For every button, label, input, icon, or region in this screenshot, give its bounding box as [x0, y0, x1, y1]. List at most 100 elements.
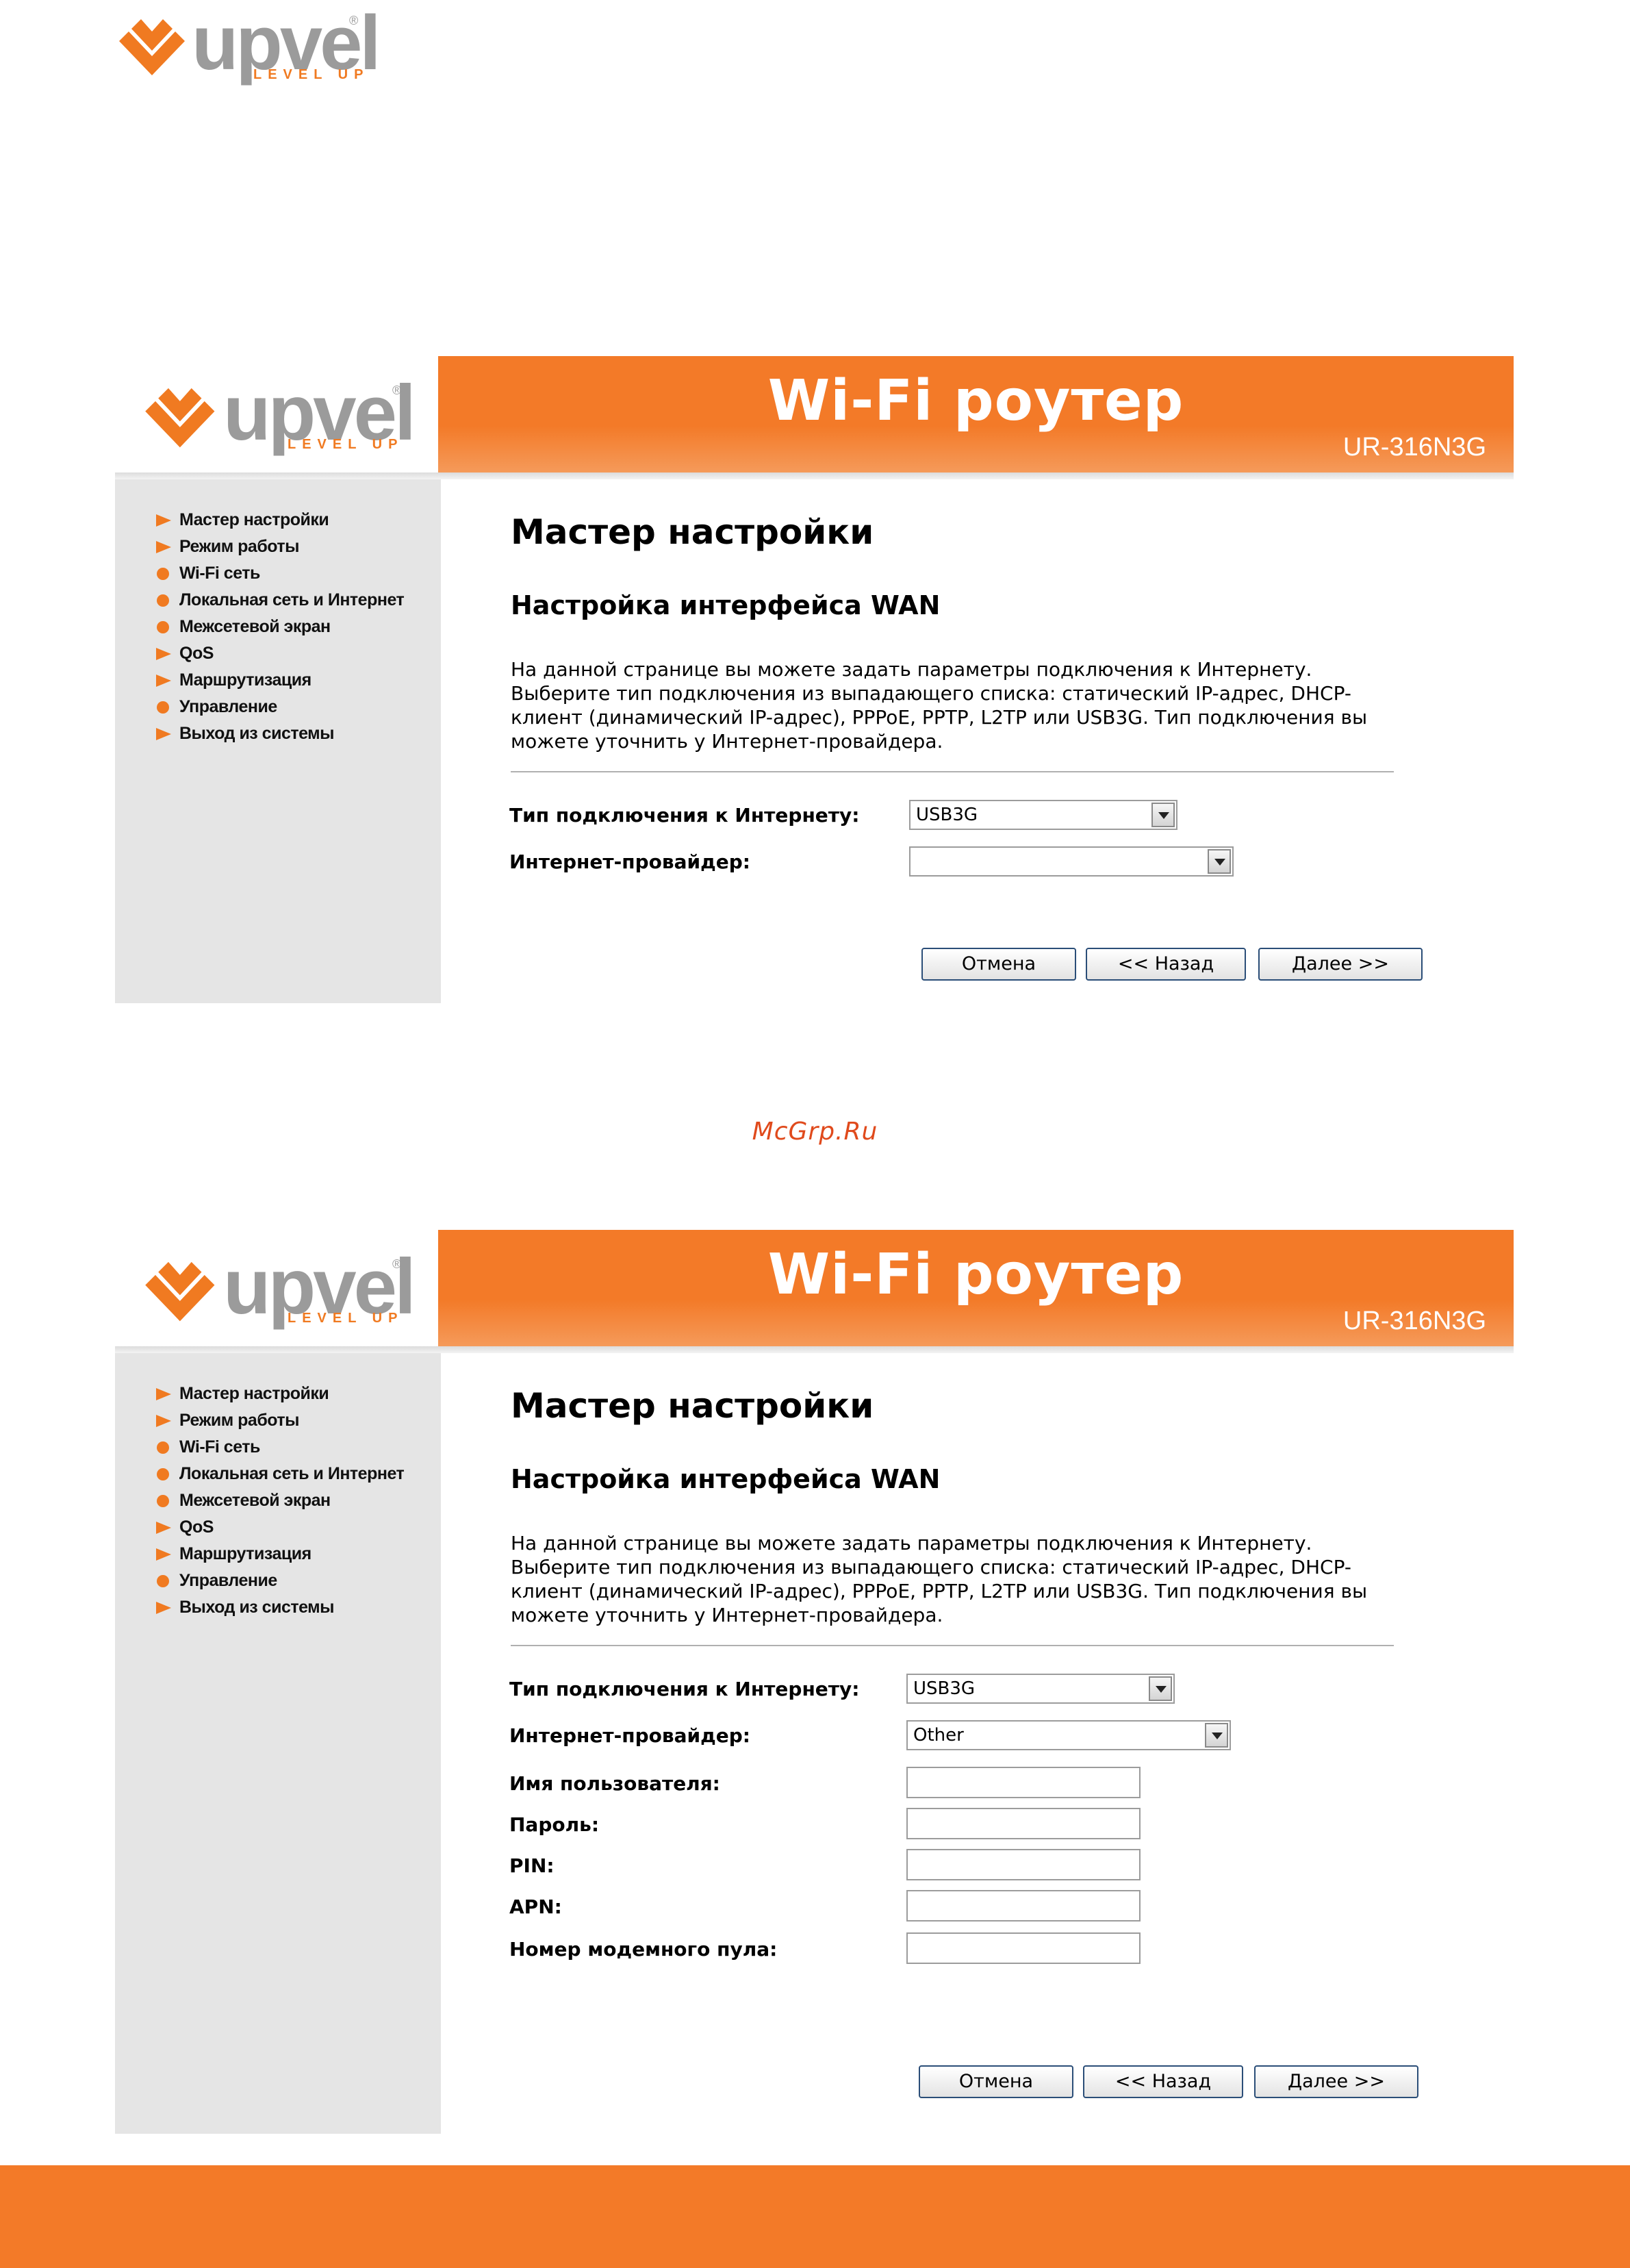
dropdown-arrow-icon[interactable]	[1151, 803, 1175, 827]
sidebar-menu: Мастер настройки Режим работы Wi-Fi сеть…	[155, 507, 405, 747]
router-screen-2: upvel ® LEVEL UP Wi-Fi роутер UR-316N3G …	[115, 1230, 1514, 2134]
upvel-chevron-logo-icon	[145, 388, 215, 448]
header-logo-area: upvel ® LEVEL UP	[115, 1230, 438, 1346]
brand-tagline: LEVEL UP	[288, 437, 404, 452]
sidebar: Мастер настройки Режим работы Wi-Fi сеть…	[115, 1353, 441, 2134]
header-logo[interactable]: upvel ® LEVEL UP	[142, 1244, 430, 1333]
dropdown-arrow-icon[interactable]	[1205, 1723, 1228, 1748]
dot-bullet-icon	[155, 1494, 175, 1509]
dial-number-label: Номер модемного пула:	[509, 1938, 778, 1961]
sidebar-item-label: Wi-Fi сеть	[179, 564, 260, 583]
apn-label: APN:	[509, 1895, 562, 1918]
provider-select[interactable]	[909, 846, 1234, 877]
sidebar-item-label: Управление	[179, 1571, 277, 1590]
sidebar-item-management[interactable]: Управление	[155, 694, 404, 720]
sidebar-item-logout[interactable]: Выход из системы	[155, 1594, 404, 1621]
connection-type-select[interactable]: USB3G	[909, 800, 1177, 830]
divider	[511, 1645, 1394, 1646]
sidebar: Мастер настройки Режим работы Wi-Fi сеть…	[115, 479, 441, 1003]
dropdown-arrow-icon[interactable]	[1149, 1676, 1172, 1701]
triangle-bullet-icon	[155, 1387, 175, 1402]
header-logo[interactable]: upvel ® LEVEL UP	[142, 370, 430, 459]
apn-input[interactable]	[906, 1890, 1141, 1922]
sidebar-item-label: Выход из системы	[179, 1598, 335, 1617]
connection-type-select[interactable]: USB3G	[906, 1674, 1175, 1704]
sidebar-item-label: Локальная сеть и Интернет	[179, 590, 405, 609]
next-button[interactable]: Далее >>	[1254, 2065, 1418, 2098]
page-title: Мастер настройки	[511, 1386, 874, 1426]
sidebar-item-operation-mode[interactable]: Режим работы	[155, 533, 404, 560]
sidebar-item-label: QoS	[179, 1517, 214, 1537]
page-description: На данной странице вы можете задать пара…	[511, 1531, 1414, 1627]
back-button[interactable]: << Назад	[1086, 948, 1246, 981]
triangle-bullet-icon	[155, 1600, 175, 1615]
sidebar-item-qos[interactable]: QoS	[155, 640, 404, 667]
provider-value: Other	[913, 1725, 964, 1746]
next-button[interactable]: Далее >>	[1258, 948, 1423, 981]
dot-bullet-icon	[155, 1440, 175, 1455]
sidebar-item-label: QoS	[179, 644, 214, 663]
triangle-bullet-icon	[155, 513, 175, 528]
sidebar-item-qos[interactable]: QoS	[155, 1514, 404, 1541]
sidebar-item-routing[interactable]: Маршрутизация	[155, 667, 404, 694]
header-banner: Wi-Fi роутер UR-316N3G	[438, 356, 1514, 473]
header-model: UR-316N3G	[1342, 433, 1486, 462]
sidebar-item-label: Маршрутизация	[179, 670, 311, 690]
sidebar-item-management[interactable]: Управление	[155, 1567, 404, 1594]
registered-mark: ®	[349, 14, 359, 27]
sidebar-item-routing[interactable]: Маршрутизация	[155, 1541, 404, 1567]
header-divider	[115, 473, 1514, 479]
sidebar-item-firewall[interactable]: Межсетевой экран	[155, 1487, 404, 1514]
description-line: клиент (динамический IP-адрес), PPPoE, P…	[511, 706, 1368, 729]
dot-bullet-icon	[155, 1467, 175, 1482]
sidebar-item-firewall[interactable]: Межсетевой экран	[155, 614, 404, 640]
sidebar-item-operation-mode[interactable]: Режим работы	[155, 1407, 404, 1434]
page-title: Мастер настройки	[511, 512, 874, 552]
sidebar-item-setup-wizard[interactable]: Мастер настройки	[155, 1381, 404, 1407]
triangle-bullet-icon	[155, 1520, 175, 1535]
description-line: На данной странице вы можете задать пара…	[511, 1532, 1312, 1554]
description-line: Выберите тип подключения из выпадающего …	[511, 682, 1351, 705]
triangle-bullet-icon	[155, 646, 175, 662]
dial-number-input[interactable]	[906, 1932, 1141, 1964]
sidebar-item-label: Маршрутизация	[179, 1544, 311, 1563]
sidebar-item-logout[interactable]: Выход из системы	[155, 720, 404, 747]
password-input[interactable]	[906, 1808, 1141, 1839]
upvel-chevron-logo-icon	[145, 1261, 215, 1322]
sidebar-item-wifi[interactable]: Wi-Fi сеть	[155, 560, 404, 587]
sidebar-item-setup-wizard[interactable]: Мастер настройки	[155, 507, 404, 533]
sidebar-item-label: Мастер настройки	[179, 510, 329, 529]
section-title: Настройка интерфейса WAN	[511, 590, 941, 620]
triangle-bullet-icon	[155, 1413, 175, 1428]
dot-bullet-icon	[155, 1574, 175, 1589]
header-banner: Wi-Fi роутер UR-316N3G	[438, 1230, 1514, 1346]
upvel-chevron-logo-icon	[119, 19, 185, 75]
sidebar-item-lan-internet[interactable]: Локальная сеть и Интернет	[155, 587, 405, 614]
pin-label: PIN:	[509, 1854, 555, 1877]
sidebar-item-wifi[interactable]: Wi-Fi сеть	[155, 1434, 404, 1461]
header-logo-area: upvel ® LEVEL UP	[115, 356, 438, 473]
dot-bullet-icon	[155, 593, 175, 608]
username-input[interactable]	[906, 1767, 1141, 1798]
dropdown-arrow-icon[interactable]	[1208, 849, 1231, 874]
sidebar-item-lan-internet[interactable]: Локальная сеть и Интернет	[155, 1461, 405, 1487]
document-logo: upvel ® LEVEL UP	[116, 0, 381, 86]
sidebar-item-label: Управление	[179, 697, 277, 716]
header-model: UR-316N3G	[1342, 1307, 1486, 1335]
header-divider	[115, 1346, 1514, 1353]
description-line: На данной странице вы можете задать пара…	[511, 658, 1312, 681]
brand-tagline: LEVEL UP	[253, 67, 370, 82]
cancel-button[interactable]: Отмена	[919, 2065, 1073, 2098]
header-title: Wi-Fi роутер	[767, 1242, 1184, 1307]
connection-type-label: Тип подключения к Интернету:	[509, 1678, 860, 1700]
provider-select[interactable]: Other	[906, 1720, 1231, 1750]
triangle-bullet-icon	[155, 727, 175, 742]
sidebar-item-label: Мастер настройки	[179, 1384, 329, 1403]
description-line: клиент (динамический IP-адрес), PPPoE, P…	[511, 1580, 1368, 1602]
registered-mark: ®	[392, 1257, 402, 1271]
cancel-button[interactable]: Отмена	[921, 948, 1076, 981]
footer-bar	[0, 2165, 1630, 2268]
router-screen-1: upvel ® LEVEL UP Wi-Fi роутер UR-316N3G …	[115, 356, 1514, 1003]
back-button[interactable]: << Назад	[1083, 2065, 1243, 2098]
pin-input[interactable]	[906, 1849, 1141, 1880]
